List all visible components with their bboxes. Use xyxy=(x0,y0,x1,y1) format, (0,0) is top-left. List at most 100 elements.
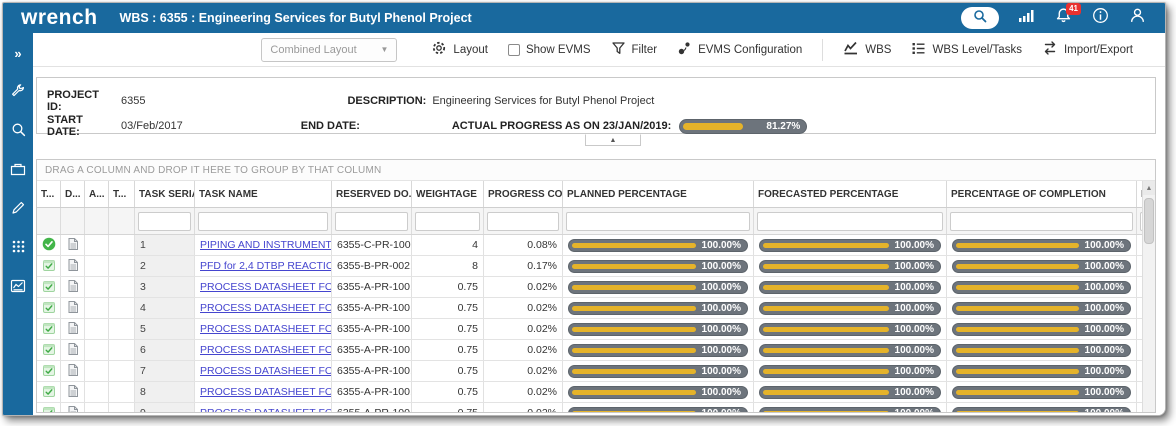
group-by-bar[interactable]: DRAG A COLUMN AND DROP IT HERE TO GROUP … xyxy=(37,160,1155,181)
user-menu-button[interactable] xyxy=(1127,8,1147,28)
column-header-forecasted-percentage[interactable]: FORECASTED PERCENTAGE xyxy=(754,181,947,207)
task-list-icon xyxy=(911,41,926,59)
task-name-link[interactable]: PIPING AND INSTRUMENTATION xyxy=(200,239,332,251)
progress-pill-fill xyxy=(956,348,1079,353)
main-content: PROJECT ID: 6355 DESCRIPTION: Engineerin… xyxy=(33,67,1165,415)
layout-label: Layout xyxy=(453,44,488,56)
layout-dropdown[interactable]: Combined Layout ▼ xyxy=(261,38,397,62)
column-header-percentage-of-completion[interactable]: PERCENTAGE OF COMPLETION xyxy=(947,181,1137,207)
filter-input-planned-percentage[interactable] xyxy=(566,212,750,231)
filter-input-percentage-of-completion[interactable] xyxy=(950,212,1133,231)
progress-pill: 100.00% xyxy=(952,260,1131,273)
column-header-t[interactable]: T... xyxy=(109,181,135,207)
filter-input-weightage[interactable] xyxy=(415,212,480,231)
column-header-progress-contribution[interactable]: PROGRESS CO... xyxy=(484,181,563,207)
planned-percentage-cell: 100.00% xyxy=(563,319,754,339)
sidebar-expand-button[interactable]: » xyxy=(9,45,27,63)
task-name-link[interactable]: PROCESS DATASHEET FOR E-10 xyxy=(200,407,332,412)
planned-percentage-cell: 100.00% xyxy=(563,361,754,381)
show-evms-toggle[interactable]: Show EVMS xyxy=(508,44,591,56)
reserved-doc-cell: 6355-A-PR-100... xyxy=(332,382,412,402)
sidebar-item-tools[interactable] xyxy=(9,84,27,102)
column-header-planned-percentage[interactable]: PLANNED PERCENTAGE xyxy=(563,181,754,207)
import-export-button[interactable]: Import/Export xyxy=(1042,40,1133,59)
layout-button[interactable]: Layout xyxy=(431,40,488,59)
document-cell[interactable] xyxy=(61,382,85,402)
table-filter-row xyxy=(37,208,1142,235)
show-evms-checkbox[interactable] xyxy=(508,44,520,56)
sidebar-item-projects[interactable] xyxy=(9,162,27,180)
document-cell[interactable] xyxy=(61,403,85,412)
app-window: wrench WBS : 6355 : Engineering Services… xyxy=(2,2,1166,416)
document-cell[interactable] xyxy=(61,277,85,297)
document-cell[interactable] xyxy=(61,298,85,318)
filter-input-progress-contribution[interactable] xyxy=(487,212,559,231)
document-cell[interactable] xyxy=(61,235,85,255)
document-icon xyxy=(66,237,79,254)
evms-configuration-button[interactable]: EVMS Configuration xyxy=(677,41,802,59)
status-approved-icon xyxy=(42,258,56,275)
progress-pill: 100.00% xyxy=(759,323,941,336)
column-header-document[interactable]: D... xyxy=(61,181,85,207)
scroll-up-button[interactable]: ▲ xyxy=(1143,181,1155,195)
sidebar-item-reports[interactable] xyxy=(9,279,27,297)
progress-pill-value: 100.00% xyxy=(1085,282,1124,293)
collapse-panel-tab[interactable]: ▲ xyxy=(585,134,641,146)
document-icon xyxy=(66,405,79,413)
column-header-status[interactable]: T... xyxy=(37,181,61,207)
document-cell[interactable] xyxy=(61,319,85,339)
folder-icon xyxy=(10,161,26,182)
empty-cell xyxy=(109,277,135,297)
task-status-cell xyxy=(37,340,61,360)
sidebar-item-edit[interactable] xyxy=(9,201,27,219)
sidebar-item-search[interactable] xyxy=(9,123,27,141)
document-icon xyxy=(66,321,79,338)
status-approved-icon xyxy=(42,321,56,338)
wbs-level-tasks-button[interactable]: WBS Level/Tasks xyxy=(911,41,1021,59)
column-header-weightage[interactable]: WEIGHTAGE xyxy=(412,181,484,207)
task-name-link[interactable]: PFD for 2,4 DTBP REACTION xyxy=(200,260,332,272)
status-completed-icon xyxy=(42,237,56,254)
search-button[interactable] xyxy=(961,7,999,29)
completion-percentage-cell: 100.00% xyxy=(947,340,1137,360)
filter-input-task-serial[interactable] xyxy=(138,212,191,231)
document-cell[interactable] xyxy=(61,361,85,381)
task-name-link[interactable]: PROCESS DATASHEET FOR E-10 xyxy=(200,302,332,314)
header-actions: 41 xyxy=(961,7,1147,29)
column-header-task-serial[interactable]: TASK SERIAL...▲ xyxy=(135,181,195,207)
document-cell[interactable] xyxy=(61,256,85,276)
filter-input-reserved-doc[interactable] xyxy=(335,212,408,231)
filter-button[interactable]: Filter xyxy=(611,41,658,59)
sidebar-item-apps[interactable] xyxy=(9,240,27,258)
task-name-link[interactable]: PROCESS DATASHEET FOR E-10 xyxy=(200,344,332,356)
table-row: 5PROCESS DATASHEET FOR E-106355-A-PR-100… xyxy=(37,319,1142,340)
scrollbar-thumb[interactable] xyxy=(1144,198,1154,244)
progress-pill-value: 100.00% xyxy=(702,261,741,272)
progress-pill-value: 100.00% xyxy=(702,282,741,293)
task-name-cell: PROCESS DATASHEET FOR E-10 xyxy=(195,340,332,360)
task-name-link[interactable]: PROCESS DATASHEET FOR E-10 xyxy=(200,365,332,377)
wbs-button[interactable]: WBS xyxy=(843,40,891,59)
task-grid: T...D...A...T...TASK SERIAL...▲TASK NAME… xyxy=(37,181,1142,412)
task-name-link[interactable]: PROCESS DATASHEET FOR E-10 xyxy=(200,323,332,335)
column-header-a[interactable]: A... xyxy=(85,181,109,207)
progress-pill-value: 100.00% xyxy=(895,240,934,251)
stats-button[interactable] xyxy=(1016,8,1036,28)
task-status-cell xyxy=(37,235,61,255)
document-cell[interactable] xyxy=(61,340,85,360)
progress-contribution-cell: 0.02% xyxy=(484,298,563,318)
task-name-link[interactable]: PROCESS DATASHEET FOR E-10 xyxy=(200,281,332,293)
vertical-scrollbar[interactable]: ▲ xyxy=(1142,181,1155,412)
filter-input-task-name[interactable] xyxy=(198,212,328,231)
filter-input-forecasted-percentage[interactable] xyxy=(757,212,943,231)
column-header-reserved-doc[interactable]: RESERVED DO... xyxy=(332,181,412,207)
import-export-label: Import/Export xyxy=(1064,44,1133,56)
table-row: 9PROCESS DATASHEET FOR E-106355-A-PR-100… xyxy=(37,403,1142,412)
task-serial-cell: 3 xyxy=(135,277,195,297)
task-name-link[interactable]: PROCESS DATASHEET FOR E-10 xyxy=(200,386,332,398)
progress-pill-fill xyxy=(572,411,696,413)
info-button[interactable] xyxy=(1090,8,1110,28)
notifications-button[interactable]: 41 xyxy=(1053,8,1073,28)
column-header-task-name[interactable]: TASK NAME xyxy=(195,181,332,207)
wrench-icon xyxy=(10,83,26,104)
